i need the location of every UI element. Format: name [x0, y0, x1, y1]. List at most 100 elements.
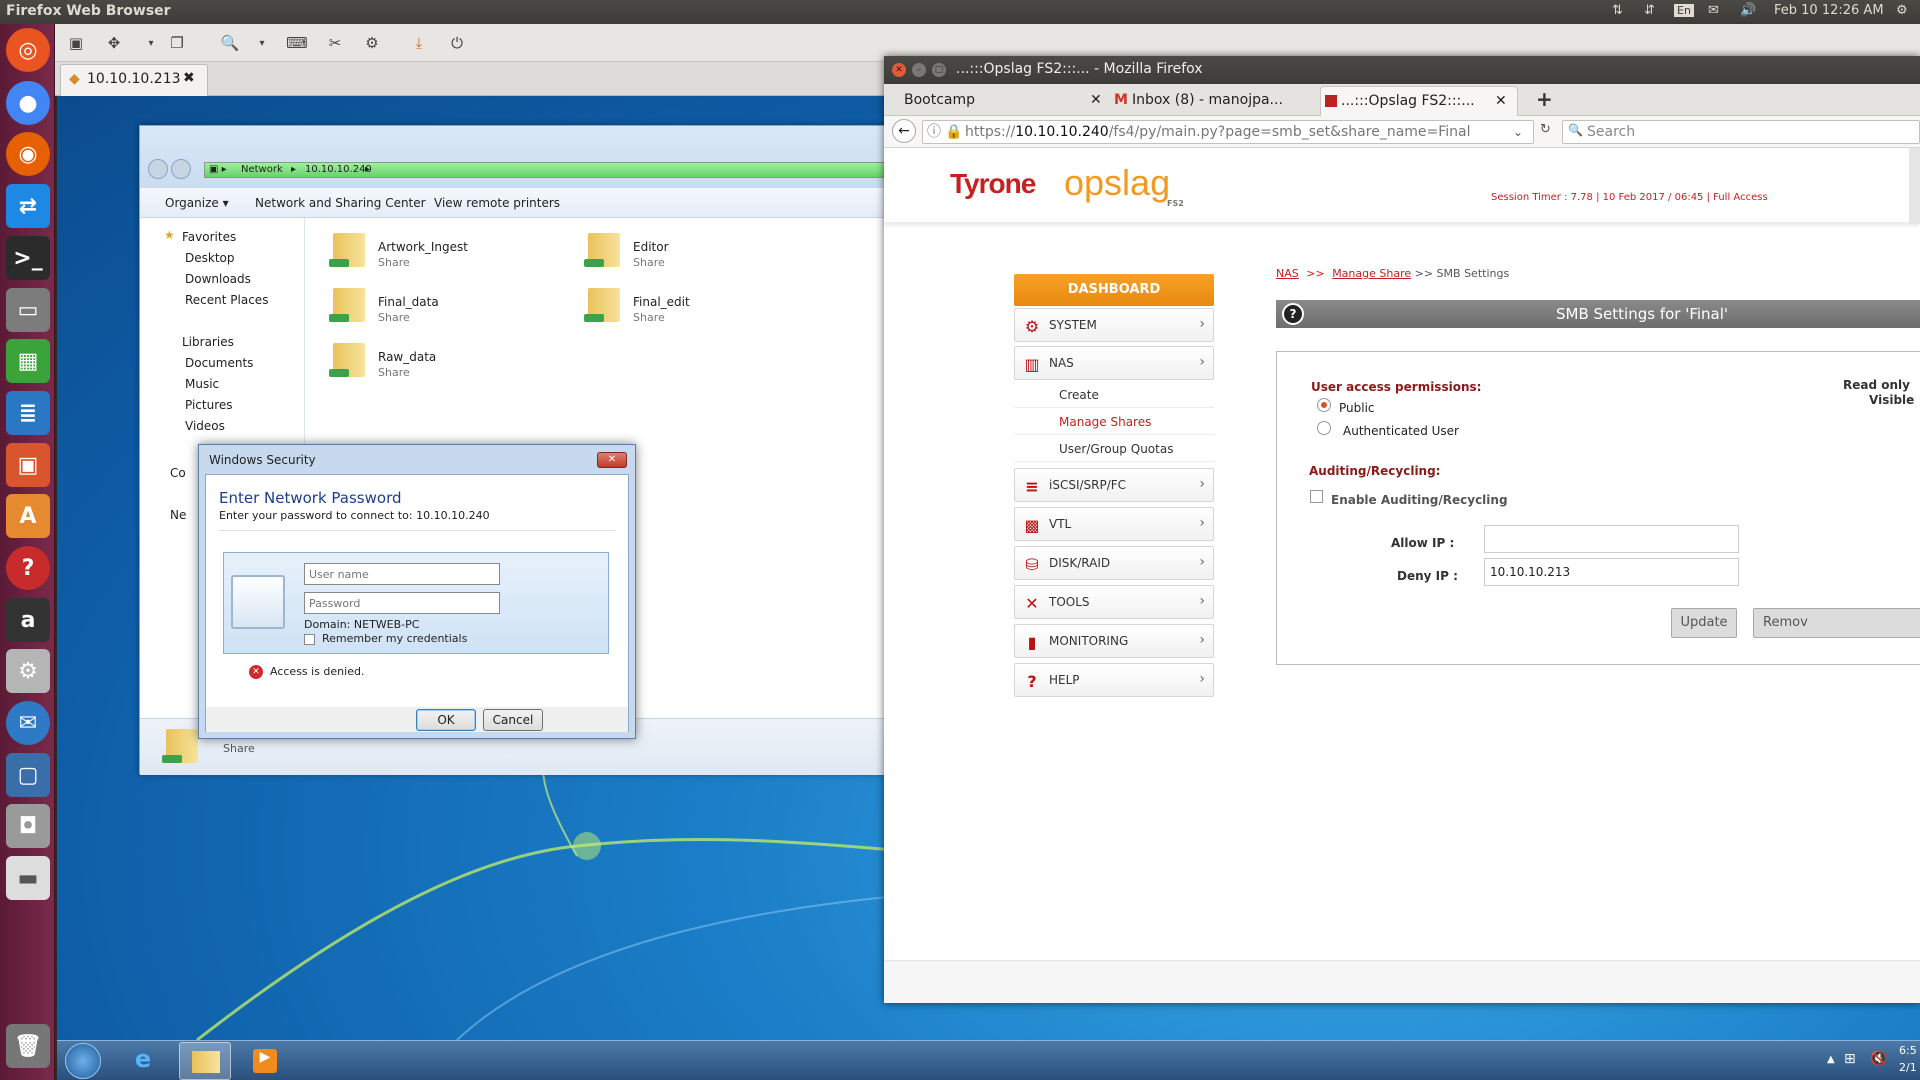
- tray-volume-icon[interactable]: 🔇: [1870, 1051, 1887, 1067]
- preferences-icon[interactable]: ⚙: [360, 32, 384, 54]
- menu-help[interactable]: ? HELP ›: [1014, 663, 1214, 697]
- window-icon[interactable]: ❐: [165, 32, 189, 54]
- clipboard-icon[interactable]: ✂: [323, 32, 347, 54]
- download-icon[interactable]: ⤓: [407, 32, 431, 54]
- help-icon[interactable]: ?: [1282, 303, 1304, 325]
- submenu-manage-shares[interactable]: Manage Shares: [1014, 409, 1214, 435]
- nav-videos[interactable]: Videos: [185, 419, 225, 433]
- folder-icon[interactable]: [584, 284, 624, 324]
- organize-button[interactable]: Organize ▾: [165, 196, 229, 210]
- transfer-icon[interactable]: ⇵: [1644, 3, 1655, 18]
- close-icon[interactable]: ✕: [1090, 86, 1102, 114]
- forward-icon[interactable]: [171, 159, 191, 179]
- nav-downloads[interactable]: Downloads: [185, 272, 251, 286]
- fit-icon[interactable]: ✥: [102, 32, 126, 54]
- auditing-checkbox[interactable]: [1310, 490, 1323, 503]
- minimize-icon[interactable]: –: [912, 63, 926, 77]
- thunderbird-icon[interactable]: ✉: [6, 701, 50, 745]
- keyboard-icon[interactable]: ⌨: [285, 32, 309, 54]
- remember-checkbox[interactable]: [304, 634, 315, 645]
- search-box[interactable]: 🔍 Search: [1562, 120, 1920, 144]
- folder-name[interactable]: Final_data: [378, 295, 439, 309]
- back-icon[interactable]: ←: [892, 119, 916, 143]
- folder-name[interactable]: Raw_data: [378, 350, 436, 364]
- info-icon[interactable]: ⓘ: [927, 121, 941, 143]
- impress-icon[interactable]: ▣: [6, 443, 50, 487]
- reload-icon[interactable]: ↻: [1540, 122, 1551, 137]
- close-icon[interactable]: ✕: [1495, 87, 1507, 115]
- network-sharing-center-button[interactable]: Network and Sharing Center: [255, 196, 426, 210]
- close-icon[interactable]: ✕: [597, 452, 627, 468]
- breadcrumb-network[interactable]: Network: [241, 163, 283, 177]
- folder-icon[interactable]: [584, 229, 624, 269]
- menu-iscsi[interactable]: ≡ iSCSI/SRP/FC ›: [1014, 468, 1214, 502]
- drive-icon[interactable]: ▬: [6, 856, 50, 900]
- amazon-icon[interactable]: a: [6, 598, 50, 642]
- menu-vtl[interactable]: ▩ VTL ›: [1014, 507, 1214, 541]
- allow-ip-input[interactable]: [1484, 525, 1739, 553]
- breadcrumb-nas[interactable]: NAS: [1276, 267, 1299, 280]
- ok-button[interactable]: OK: [416, 709, 476, 731]
- tray-date[interactable]: 2/1: [1899, 1061, 1917, 1074]
- password-field[interactable]: [304, 592, 500, 614]
- chevron-down-icon[interactable]: ▾: [250, 32, 274, 54]
- software-center-icon[interactable]: A: [6, 494, 50, 538]
- back-icon[interactable]: [148, 159, 168, 179]
- nav-desktop[interactable]: Desktop: [185, 251, 235, 265]
- cancel-button[interactable]: Cancel: [483, 709, 543, 731]
- ubuntu-dash-icon[interactable]: ◎: [6, 28, 50, 72]
- menu-system[interactable]: ⚙ SYSTEM ›: [1014, 308, 1214, 342]
- breadcrumb-host[interactable]: 10.10.10.240: [305, 163, 372, 177]
- url-text[interactable]: https://10.10.10.240/fs4/py/main.py?page…: [965, 121, 1471, 143]
- tab-bootcamp[interactable]: Bootcamp ✕: [884, 86, 1104, 116]
- view-remote-printers-button[interactable]: View remote printers: [434, 196, 560, 210]
- vm-tab[interactable]: ◆ 10.10.10.213 ✖: [60, 64, 208, 96]
- nav-pictures[interactable]: Pictures: [185, 398, 233, 412]
- mail-icon[interactable]: ✉: [1708, 3, 1719, 18]
- submenu-create[interactable]: Create: [1014, 382, 1214, 408]
- submenu-quotas[interactable]: User/Group Quotas: [1014, 436, 1214, 462]
- media-player-icon[interactable]: ▶: [253, 1049, 277, 1073]
- nav-documents[interactable]: Documents: [185, 356, 253, 370]
- explorer-taskbar-button[interactable]: [179, 1042, 231, 1080]
- tab-inbox[interactable]: M Inbox (8) - manojpa... ✕: [1112, 86, 1340, 116]
- menu-monitoring[interactable]: ▮ MONITORING ›: [1014, 624, 1214, 658]
- radio-public[interactable]: [1317, 398, 1331, 412]
- remote-desktop-icon[interactable]: ▢: [6, 753, 50, 797]
- chrome-icon[interactable]: ●: [6, 81, 50, 125]
- tab-opslag[interactable]: ...:::Opslag FS2:::... ✕: [1320, 86, 1518, 116]
- remove-button[interactable]: Remov: [1753, 608, 1920, 638]
- folder-name[interactable]: Final_edit: [633, 295, 690, 309]
- new-tab-icon[interactable]: +: [1536, 87, 1553, 111]
- lock-warning-icon[interactable]: 🔒: [945, 121, 962, 143]
- tray-arrow-icon[interactable]: ▲: [1827, 1054, 1835, 1065]
- username-field[interactable]: [304, 563, 500, 585]
- terminal-icon[interactable]: >_: [6, 236, 50, 280]
- settings-icon[interactable]: ⚙: [6, 649, 50, 693]
- menu-disk-raid[interactable]: ⛁ DISK/RAID ›: [1014, 546, 1214, 580]
- nav-favorites[interactable]: Favorites: [182, 230, 236, 244]
- ie-icon[interactable]: e: [127, 1045, 159, 1077]
- folder-name[interactable]: Editor: [633, 240, 669, 254]
- fullscreen-icon[interactable]: ▣: [64, 32, 88, 54]
- nav-music[interactable]: Music: [185, 377, 219, 391]
- chevron-down-icon[interactable]: ▾: [139, 32, 163, 54]
- menu-nas[interactable]: ▥ NAS ›: [1014, 346, 1214, 380]
- folder-icon[interactable]: [329, 284, 369, 324]
- camera-icon[interactable]: ◘: [6, 804, 50, 848]
- tray-network-icon[interactable]: ⊞: [1844, 1051, 1856, 1067]
- update-button[interactable]: Update: [1671, 608, 1737, 638]
- disconnect-icon[interactable]: ⏻: [445, 32, 469, 54]
- menu-tools[interactable]: ✕ TOOLS ›: [1014, 585, 1214, 619]
- nav-libraries[interactable]: Libraries: [182, 335, 234, 349]
- trash-icon[interactable]: 🗑: [6, 1024, 50, 1068]
- start-button[interactable]: [65, 1043, 101, 1079]
- writer-icon[interactable]: ≣: [6, 391, 50, 435]
- nav-network[interactable]: Ne: [170, 508, 186, 522]
- breadcrumb-manage-share[interactable]: Manage Share: [1332, 267, 1411, 280]
- tray-time[interactable]: 6:5: [1899, 1044, 1917, 1057]
- firefox-icon[interactable]: ◉: [6, 132, 50, 176]
- maximize-icon[interactable]: □: [932, 63, 946, 77]
- folder-name[interactable]: Artwork_Ingest: [378, 240, 468, 254]
- url-bar[interactable]: ⓘ 🔒 https://10.10.10.240/fs4/py/main.py?…: [922, 120, 1534, 144]
